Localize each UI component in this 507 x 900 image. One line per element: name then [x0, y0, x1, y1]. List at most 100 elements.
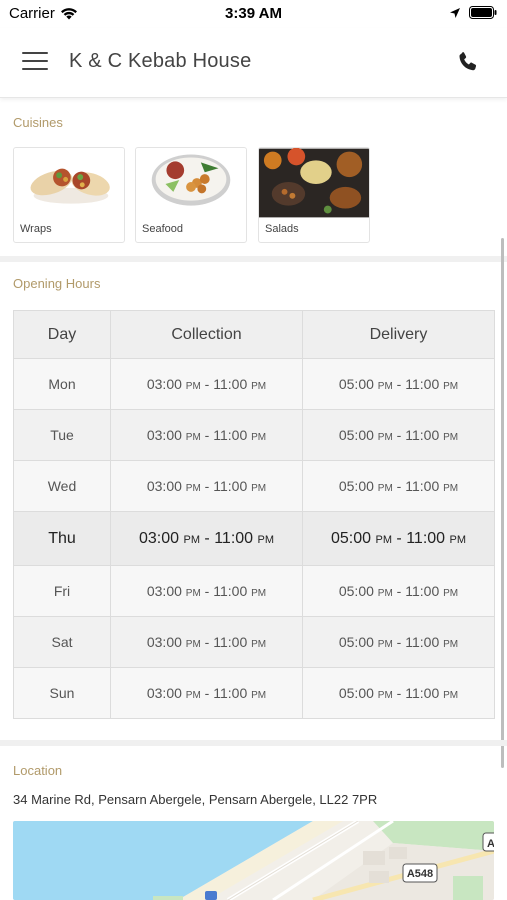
day-cell: Tue [13, 409, 111, 461]
am-pm: PM [251, 639, 267, 650]
am-pm: PM [257, 533, 275, 546]
am-pm: PM [443, 588, 459, 599]
end-time: 11:00 [405, 427, 440, 443]
collection-hours-cell: 03:00 PM - 11:00 PM [110, 409, 303, 461]
scrollbar[interactable] [501, 238, 504, 768]
separator: - [199, 529, 215, 547]
day-cell: Fri [13, 565, 111, 617]
cuisine-card-wraps[interactable]: Wraps [13, 147, 125, 243]
separator: - [392, 583, 406, 599]
location-map[interactable]: A548 A [13, 821, 494, 900]
table-row: Mon 03:00 PM - 11:00 PM 05:00 PM - 11:00 P… [13, 358, 495, 410]
address-text: 34 Marine Rd, Pensarn Abergele, Pensarn … [13, 792, 378, 807]
separator: - [392, 634, 406, 650]
end-time: 11:00 [405, 376, 440, 392]
salads-image [259, 148, 369, 218]
am-pm: PM [185, 483, 201, 494]
start-time: 05:00 [330, 529, 372, 547]
delivery-hours-cell: 05:00 PM - 11:00 PM [302, 565, 495, 617]
cuisine-card-salads[interactable]: Salads [258, 147, 370, 243]
separator: - [200, 478, 214, 494]
am-pm: PM [185, 588, 201, 599]
start-time: 05:00 [338, 583, 374, 599]
am-pm: PM [185, 690, 201, 701]
cuisine-card-seafood[interactable]: Seafood [135, 147, 247, 243]
table-row: Sun 03:00 PM - 11:00 PM 05:00 PM - 11:00 P… [13, 667, 495, 719]
cuisine-name: Seafood [142, 223, 183, 235]
separator: - [200, 634, 214, 650]
road-label-a548: A548 [407, 868, 433, 880]
start-time: 03:00 [146, 634, 182, 650]
page-title: K & C Kebab House [69, 50, 252, 72]
collection-hours-cell: 03:00 PM - 11:00 PM [110, 667, 303, 719]
am-pm: PM [377, 588, 393, 599]
collection-hours-cell: 03:00 PM - 11:00 PM [110, 358, 303, 410]
day-cell: Sun [13, 667, 111, 719]
column-header-collection: Collection [110, 310, 303, 359]
end-time: 11:00 [213, 427, 248, 443]
start-time: 05:00 [338, 685, 374, 701]
phone-icon[interactable] [456, 50, 480, 74]
collection-hours-cell: 03:00 PM - 11:00 PM [110, 565, 303, 617]
end-time: 11:00 [405, 583, 440, 599]
separator: - [392, 427, 406, 443]
am-pm: PM [251, 690, 267, 701]
clock: 3:39 AM [225, 5, 282, 22]
am-pm: PM [443, 483, 459, 494]
am-pm: PM [185, 639, 201, 650]
day-cell: Thu [13, 511, 111, 566]
am-pm: PM [251, 588, 267, 599]
start-time: 05:00 [338, 376, 374, 392]
column-header-day: Day [13, 310, 111, 359]
status-right [449, 6, 497, 19]
table-row: Sat 03:00 PM - 11:00 PM 05:00 PM - 11:00 P… [13, 616, 495, 668]
start-time: 03:00 [138, 529, 180, 547]
cuisines-heading: Cuisines [13, 115, 63, 130]
separator: - [392, 478, 406, 494]
start-time: 03:00 [146, 478, 182, 494]
end-time: 11:00 [213, 634, 248, 650]
wraps-image [14, 148, 124, 218]
am-pm: PM [443, 432, 459, 443]
start-time: 03:00 [146, 427, 182, 443]
road-label-edge: A [487, 838, 494, 850]
map-canvas: A548 A [13, 821, 494, 900]
start-time: 03:00 [146, 583, 182, 599]
opening-hours-table: Day Collection Delivery Mon 03:00 PM - 11… [13, 310, 495, 719]
am-pm: PM [251, 432, 267, 443]
am-pm: PM [375, 533, 392, 546]
table-row: Thu 03:00 PM - 11:00 PM 05:00 PM - 11:00 P… [13, 511, 495, 566]
status-bar: Carrier 3:39 AM [0, 0, 507, 28]
separator: - [200, 427, 214, 443]
column-header-delivery: Delivery [302, 310, 495, 359]
start-time: 03:00 [146, 376, 182, 392]
delivery-hours-cell: 05:00 PM - 11:00 PM [302, 667, 495, 719]
cuisine-name: Salads [265, 223, 299, 235]
start-time: 05:00 [338, 478, 374, 494]
am-pm: PM [183, 533, 200, 546]
separator: - [391, 529, 407, 547]
app-header: K & C Kebab House [0, 28, 507, 98]
am-pm: PM [443, 690, 459, 701]
hamburger-menu-icon[interactable] [22, 52, 48, 72]
battery-icon [469, 6, 497, 19]
start-time: 03:00 [146, 685, 182, 701]
day-cell: Sat [13, 616, 111, 668]
table-header-row: Day Collection Delivery [13, 310, 495, 359]
am-pm: PM [377, 639, 393, 650]
end-time: 11:00 [405, 478, 440, 494]
am-pm: PM [449, 533, 467, 546]
opening-hours-heading: Opening Hours [13, 276, 101, 291]
end-time: 11:00 [405, 685, 440, 701]
am-pm: PM [443, 639, 459, 650]
start-time: 05:00 [338, 427, 374, 443]
am-pm: PM [377, 432, 393, 443]
end-time: 11:00 [405, 634, 440, 650]
delivery-hours-cell: 05:00 PM - 11:00 PM [302, 511, 495, 566]
end-time: 11:00 [213, 376, 248, 392]
day-cell: Mon [13, 358, 111, 410]
am-pm: PM [251, 381, 267, 392]
section-divider [0, 740, 507, 746]
delivery-hours-cell: 05:00 PM - 11:00 PM [302, 616, 495, 668]
start-time: 05:00 [338, 634, 374, 650]
